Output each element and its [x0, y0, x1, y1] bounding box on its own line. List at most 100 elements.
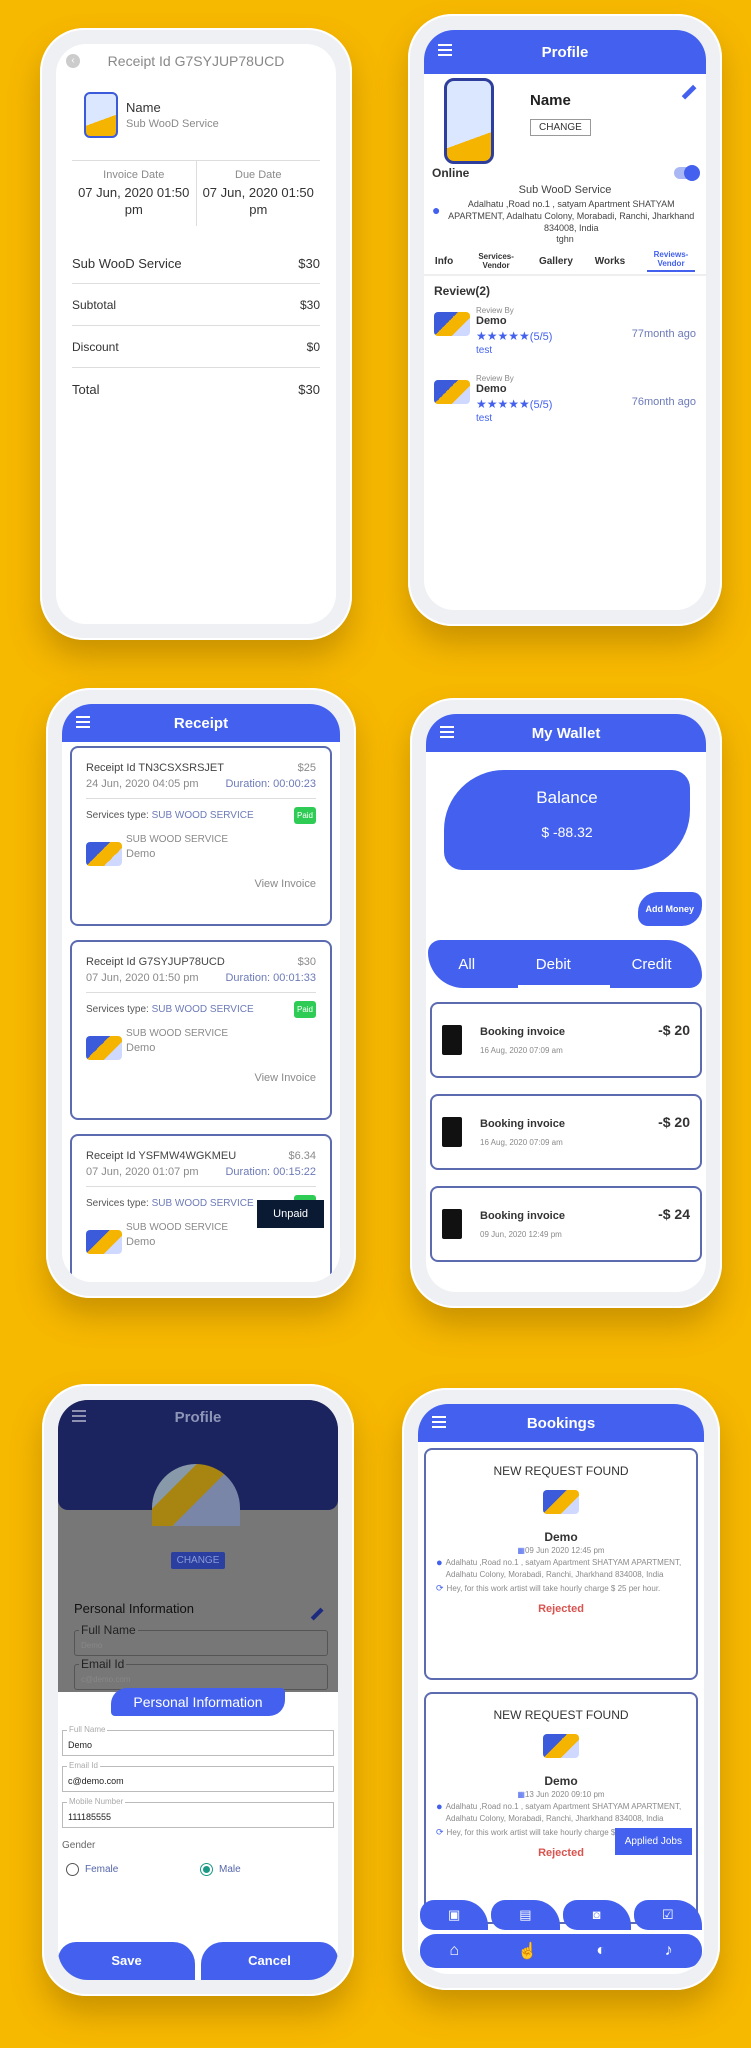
gender-female-radio[interactable]: Female — [66, 1863, 200, 1876]
add-money-button[interactable]: Add Money — [637, 892, 702, 926]
rejected-jobs-icon[interactable]: ◙ — [562, 1900, 631, 1930]
tab-services-vendor[interactable]: Services-Vendor — [475, 252, 517, 270]
bg-field-label: Full Name — [79, 1623, 138, 1637]
receipt-card[interactable]: Receipt Id TN3CSXSRSJET $25 24 Jun, 2020 … — [70, 746, 332, 926]
active-tab-indicator — [518, 985, 610, 988]
invoice-date: 07 Jun, 2020 01:50 pm — [78, 185, 190, 217]
profile-illustration — [84, 92, 118, 138]
reviewer-avatar — [434, 380, 470, 404]
gender-male-radio[interactable]: Male — [200, 1863, 334, 1876]
online-label: Online — [432, 166, 470, 180]
transaction-date: 09 Jun, 2020 12:49 pm — [480, 1229, 562, 1239]
status-badge: Paid — [293, 1001, 316, 1018]
chat-icon[interactable]: ◐ — [596, 1942, 606, 1960]
online-toggle[interactable] — [674, 165, 700, 181]
invoice-name: Name — [126, 100, 161, 115]
tab-debit[interactable]: Debit — [536, 956, 571, 973]
booking-date: 13 Jun 2020 09:10 pm — [524, 1790, 605, 1799]
tab-reviews-vendor[interactable]: Reviews-Vendor — [647, 250, 695, 272]
profile-appbar: Profile — [424, 30, 706, 74]
change-photo-button[interactable]: CHANGE — [170, 1552, 226, 1569]
transaction-amount: -$ 20 — [658, 1114, 690, 1130]
menu-icon[interactable] — [440, 726, 454, 738]
bg-field: Email Id c@demo.com — [74, 1657, 328, 1690]
service-name: SUB WOOD SERVICE — [126, 1028, 229, 1039]
view-invoice-link[interactable]: View Invoice — [254, 878, 316, 890]
line-value: $0 — [306, 339, 320, 354]
customer-name: Demo — [126, 848, 156, 860]
booking-avatar — [543, 1490, 579, 1514]
booking-card[interactable]: NEW REQUEST FOUND Demo ▦13 Jun 2020 09:1… — [424, 1692, 698, 1924]
booking-avatar — [543, 1734, 579, 1758]
invoice-service: Sub WooD Service — [126, 118, 219, 130]
email-field[interactable]: Email Id c@demo.com — [62, 1761, 334, 1792]
customer-name: Demo — [544, 1530, 578, 1544]
completed-jobs-icon[interactable]: ☑ — [633, 1900, 702, 1930]
change-photo-button[interactable]: CHANGE — [530, 119, 591, 136]
back-icon[interactable]: ‹ — [66, 54, 80, 68]
home-icon[interactable]: ⌂ — [449, 1942, 459, 1960]
gender-label: Gender — [62, 1840, 96, 1851]
mobile-number-field[interactable]: Mobile Number 111185555 — [62, 1797, 334, 1828]
pending-jobs-icon[interactable]: ▣ — [420, 1900, 489, 1930]
cancel-button[interactable]: Cancel — [201, 1942, 338, 1980]
invoice-date-label: Invoice Date — [103, 169, 165, 181]
transaction-item[interactable]: Booking invoice 16 Aug, 2020 07:09 am -$ … — [430, 1094, 702, 1170]
applied-jobs-toast: Applied Jobs — [614, 1828, 692, 1855]
receipt-card[interactable]: Receipt Id G7SYJUP78UCD $30 07 Jun, 2020 … — [70, 940, 332, 1120]
field-value: 111185555 — [68, 1812, 112, 1822]
booking-card[interactable]: NEW REQUEST FOUND Demo ▦09 Jun 2020 12:4… — [424, 1448, 698, 1680]
menu-icon[interactable] — [76, 716, 90, 728]
sub-nav: ▣ ▤ ◙ ☑ — [420, 1900, 702, 1930]
cash-icon — [442, 1117, 462, 1147]
save-button[interactable]: Save — [58, 1942, 195, 1980]
notification-icon[interactable]: ♪ — [665, 1942, 673, 1960]
full-name-field[interactable]: Full Name Demo — [62, 1725, 334, 1756]
star-rating: ★★★★★ — [476, 329, 530, 343]
edit-brush-icon[interactable]: ▬ — [676, 79, 700, 103]
receipt-card[interactable]: Receipt Id YSFMW4WGKMEU $6.34 07 Jun, 202… — [70, 1134, 332, 1282]
review-text: test — [476, 345, 493, 356]
cash-icon — [442, 1209, 462, 1239]
receipt-id: Receipt Id G7SYJUP78UCD — [86, 956, 225, 968]
tab-gallery[interactable]: Gallery — [539, 256, 573, 267]
bg-field-label: Email Id — [79, 1657, 127, 1671]
receipt-duration: Duration: 00:01:33 — [225, 972, 316, 984]
receipt-date: 07 Jun, 2020 01:50 pm — [86, 972, 199, 984]
receipt-date: 07 Jun, 2020 01:07 pm — [86, 1166, 199, 1178]
bookings-screen: Bookings NEW REQUEST FOUND Demo ▦09 Jun … — [418, 1404, 704, 1974]
view-invoice-link[interactable]: View Invoice — [254, 1072, 316, 1084]
booking-heading: NEW REQUEST FOUND — [493, 1708, 629, 1722]
profile-name: Name — [530, 92, 571, 109]
radio-label: Male — [219, 1864, 241, 1875]
jobs-icon[interactable]: ☝ — [518, 1941, 538, 1961]
field-value: Demo — [68, 1740, 93, 1750]
invoice-line: Subtotal $30 — [72, 284, 320, 326]
line-label: Discount — [72, 339, 119, 354]
transaction-item[interactable]: Booking invoice 16 Aug, 2020 07:09 am -$ … — [430, 1002, 702, 1078]
receipt-id: Receipt Id TN3CSXSRSJET — [86, 762, 224, 774]
sheet-title: Personal Information — [111, 1688, 285, 1716]
tab-works[interactable]: Works — [595, 256, 625, 267]
accepted-jobs-icon[interactable]: ▤ — [491, 1900, 560, 1930]
hourly-icon: ⟳ — [436, 1583, 444, 1593]
review-heading: Review(2) — [434, 284, 491, 298]
balance-amount: $ -88.32 — [541, 824, 593, 840]
field-value: c@demo.com — [68, 1776, 124, 1786]
phone-receipts: Receipt Receipt Id TN3CSXSRSJET $25 24 Ju… — [46, 688, 356, 1298]
radio-label: Female — [85, 1864, 119, 1875]
tab-credit[interactable]: Credit — [632, 956, 672, 973]
menu-icon[interactable] — [438, 44, 452, 56]
menu-icon[interactable] — [432, 1416, 446, 1428]
review-item: Review By Demo ★★★★★(5/5) test 76month a… — [424, 370, 706, 438]
transaction-amount: -$ 20 — [658, 1022, 690, 1038]
wallet-tabs: All Debit Credit — [428, 940, 702, 988]
tab-info[interactable]: Info — [435, 256, 453, 267]
transaction-item[interactable]: Booking invoice 09 Jun, 2020 12:49 pm -$ … — [430, 1186, 702, 1262]
menu-icon[interactable] — [72, 1410, 86, 1422]
unpaid-toast: Unpaid — [257, 1200, 324, 1228]
tab-all[interactable]: All — [458, 956, 475, 973]
phone-wallet: My Wallet Balance $ -88.32 Add Money All… — [410, 698, 722, 1308]
reviewer-name: Demo — [476, 383, 507, 395]
wallet-screen: My Wallet Balance $ -88.32 Add Money All… — [426, 714, 706, 1292]
